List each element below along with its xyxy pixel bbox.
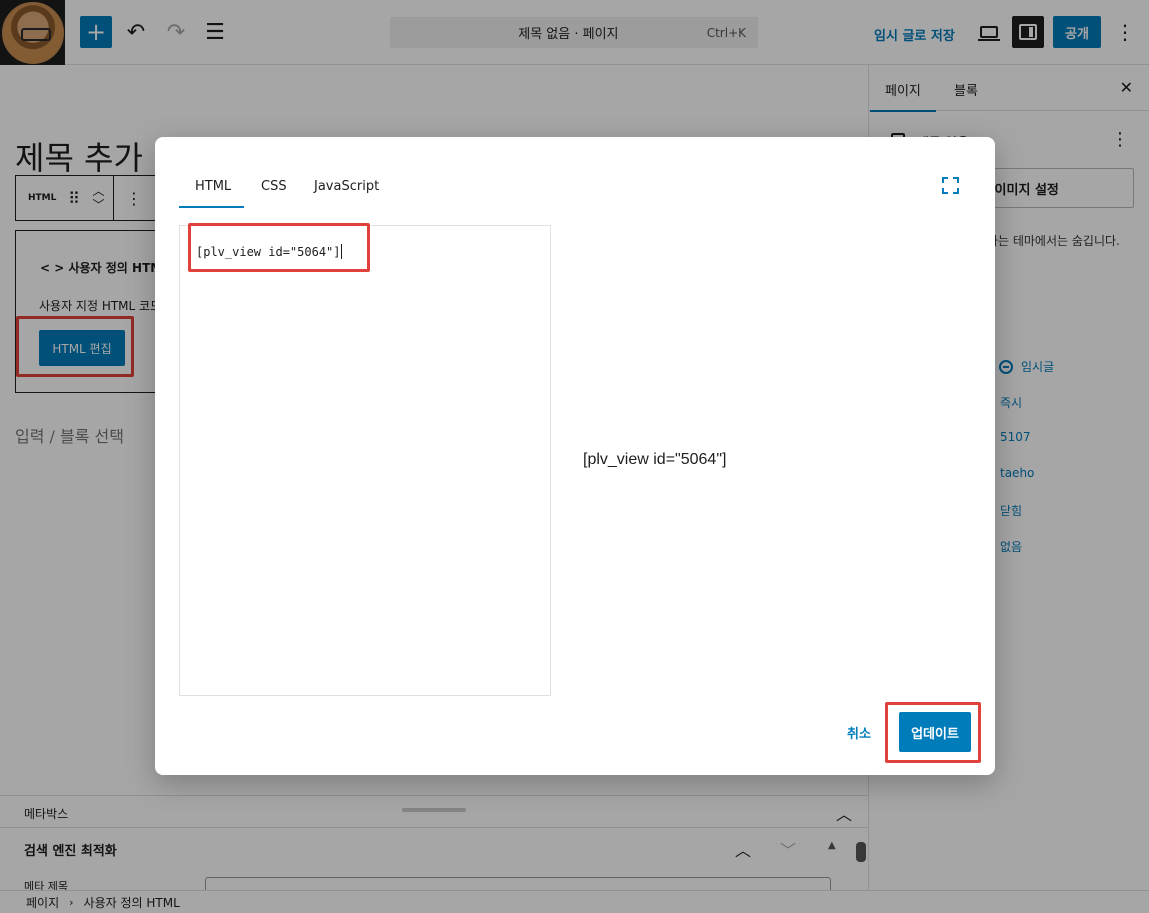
html-preview: [plv_view id="5064"]	[583, 451, 727, 468]
active-tab-indicator	[179, 206, 244, 208]
fullscreen-icon[interactable]	[942, 177, 959, 194]
tab-html[interactable]: HTML	[195, 179, 231, 194]
edit-html-modal: HTML CSS JavaScript [plv_view id="5064"]…	[155, 137, 995, 775]
tab-javascript[interactable]: JavaScript	[314, 179, 379, 194]
tab-css[interactable]: CSS	[261, 179, 287, 194]
highlight-box	[188, 223, 370, 272]
cancel-button[interactable]: 취소	[847, 723, 871, 742]
html-code-editor[interactable]: [plv_view id="5064"]	[179, 223, 551, 696]
highlight-box	[885, 702, 981, 763]
